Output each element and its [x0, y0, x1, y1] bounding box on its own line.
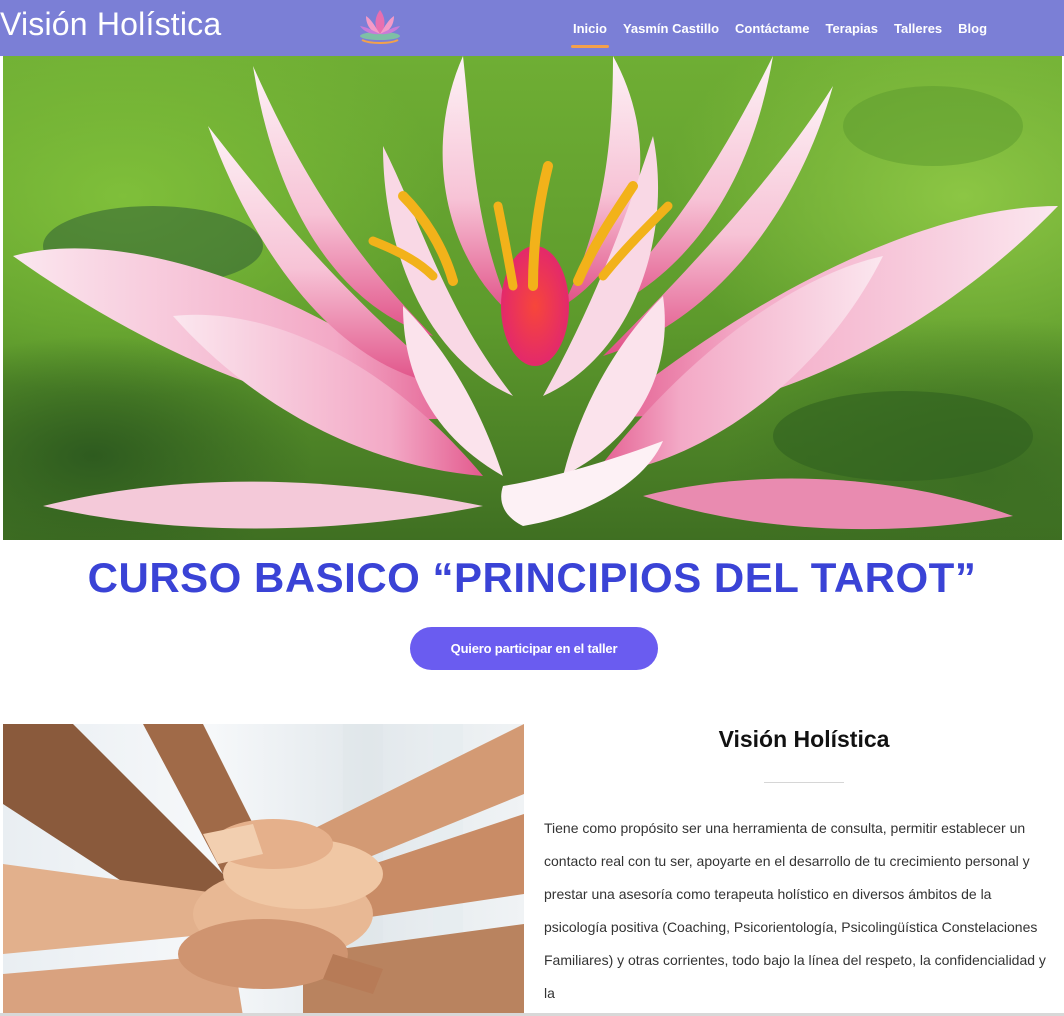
join-workshop-button[interactable]: Quiero participar en el taller [410, 627, 658, 670]
course-title: CURSO BASICO “PRINCIPIOS DEL TAROT” [87, 554, 977, 601]
nav-talleres[interactable]: Talleres [894, 21, 942, 36]
site-header: Visión Holística Inicio Yasmín Castillo … [0, 0, 1064, 56]
main-nav: Inicio Yasmín Castillo Contáctame Terapi… [565, 0, 995, 56]
section-divider [764, 782, 844, 783]
lotus-logo-icon[interactable] [352, 2, 408, 50]
site-brand[interactable]: Visión Holística [0, 6, 221, 43]
pink-lotus-flower-image [3, 56, 1062, 540]
nav-yasmin-castillo[interactable]: Yasmín Castillo [623, 21, 719, 36]
about-description: Tiene como propósito ser una herramienta… [544, 820, 1046, 1001]
nav-inicio[interactable]: Inicio [571, 21, 609, 48]
nav-contactame[interactable]: Contáctame [735, 21, 809, 36]
nav-terapias[interactable]: Terapias [825, 21, 878, 36]
nav-blog[interactable]: Blog [958, 21, 987, 36]
about-title: Visión Holística [718, 726, 890, 752]
stacked-hands-image [3, 724, 524, 1016]
